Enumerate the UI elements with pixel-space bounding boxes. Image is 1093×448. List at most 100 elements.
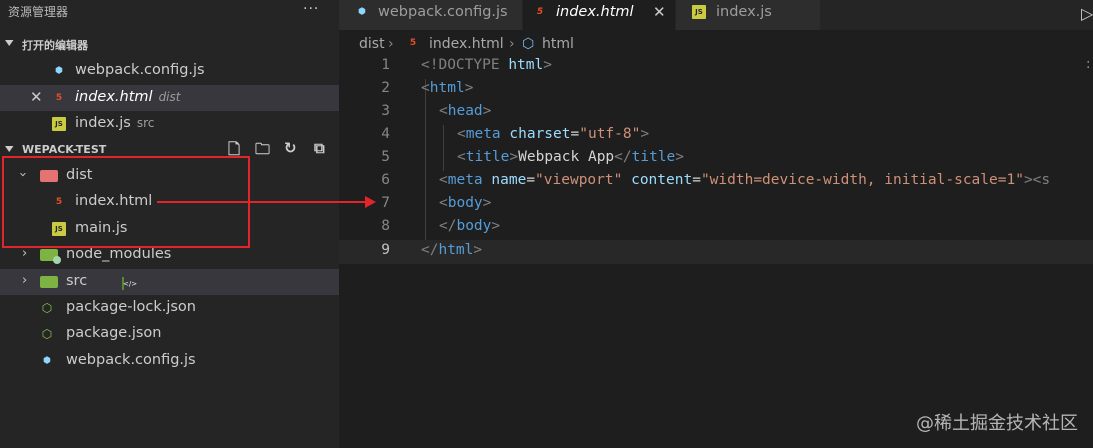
open-editor-label: index.html [75,89,153,105]
code-line: 7 <body> [339,194,1093,217]
more-actions-icon[interactable]: ··· [303,1,319,17]
open-editor-desc: dist [158,90,181,104]
node-folder-icon [40,249,61,264]
html-icon: 5 [409,38,417,48]
node-badge-icon [53,256,61,264]
open-editor-item-webpack-config[interactable]: ⬢ webpack.config.js [0,58,339,84]
webpack-icon: ⬢ [43,356,51,366]
tree-file-package-lock[interactable]: ⬡ package-lock.json [0,295,339,321]
chevron-right-icon: › [509,36,515,52]
chevron-right-icon: › [22,273,28,288]
line-number: 6 [381,172,390,188]
open-editor-desc: src [136,116,155,130]
tab-label: webpack.config.js [378,4,508,20]
open-editor-item-index-js[interactable]: JS index.js src [0,111,339,137]
token: body [447,195,483,211]
token: charset [509,126,571,142]
token: < [439,195,448,211]
nodejs-icon: ⬡ [41,301,53,315]
chevron-down-icon: ▼ [5,143,14,154]
code-text: </body> [439,218,500,234]
tree-item-label: webpack.config.js [66,352,196,368]
tree-item-label: package-lock.json [66,299,196,315]
token: < [457,126,466,142]
breadcrumb-symbol[interactable]: html [542,36,574,52]
js-icon: JS [692,5,706,19]
token: html [438,242,474,258]
code-text: </html> [421,242,482,258]
token: > [543,57,552,73]
token: body [456,218,492,234]
chevron-down-icon: ▼ [5,37,14,48]
breadcrumb-folder[interactable]: dist [359,36,385,52]
webpack-icon: ⬢ [358,7,366,17]
tree-item-label: src [66,273,88,289]
annotation-arrow-head [365,196,376,208]
tree-folder-src[interactable]: › </> src [0,269,339,295]
token: < [421,80,430,96]
token: = [692,172,701,188]
token: < [457,149,466,165]
project-label: WEPACK-TEST [22,143,107,156]
annotation-arrow-line [157,201,367,203]
token: > [473,242,483,258]
open-editor-item-index-html[interactable]: ✕ 5 index.html dist [0,85,339,111]
line-number: 8 [381,218,390,234]
tab-index-js[interactable]: JS index.js [676,0,820,30]
tree-file-webpack-config[interactable]: ⬢ webpack.config.js [0,348,339,374]
token: title [465,149,510,165]
close-tab-icon[interactable]: ✕ [653,3,666,21]
html-icon: 5 [536,7,544,17]
code-line: 1 <!DOCTYPE html> [339,56,1093,79]
tab-index-html[interactable]: 5 index.html ✕ [523,0,675,30]
refresh-icon[interactable]: ↻ [284,139,297,157]
token: </ [421,242,439,258]
token: < [439,172,448,188]
token: meta [465,126,501,142]
open-editors-header[interactable]: ▼ 打开的编辑器 [0,33,339,55]
open-editors-label: 打开的编辑器 [22,39,88,52]
code-line: 5 <title>Webpack App</title> [339,148,1093,171]
code-editor[interactable]: 1 <!DOCTYPE html> 2 <html> 3 <head> 4 <m… [339,56,1093,448]
tree-file-package-json[interactable]: ⬡ package.json [0,321,339,347]
token: html [508,57,544,73]
token: "width=device-width, initial-scale=1" [700,172,1024,188]
token: > [640,126,650,142]
symbol-icon: ⬡ [522,36,535,52]
html-icon: 5 [55,93,63,103]
line-number: 9 [381,242,390,258]
nodejs-icon: ⬡ [41,327,53,341]
tab-webpack-config[interactable]: ⬢ webpack.config.js [339,0,522,30]
new-folder-icon[interactable]: 🗀 [255,139,270,164]
token: > [675,149,685,165]
close-icon[interactable]: ✕ [30,88,43,106]
token: <!DOCTYPE [421,57,500,73]
token: > [491,218,501,234]
token: ><s [1023,172,1051,188]
line-number: 3 [381,103,390,119]
open-editor-label: index.js [75,115,131,131]
breadcrumb-file[interactable]: index.html [429,36,504,52]
run-icon[interactable]: ▷ [1081,4,1093,23]
code-text: <meta name="viewport" content="width=dev… [439,172,1050,188]
collapse-all-icon[interactable]: ⧉ [314,139,325,157]
code-text: <head> [439,103,491,119]
explorer-header: 资源管理器 ··· [0,0,339,22]
open-editor-label: webpack.config.js [75,62,205,78]
token: > [509,149,519,165]
code-text: <html> [421,80,473,96]
line-number: 2 [381,80,390,96]
line-number: 1 [381,57,390,73]
code-text: <body> [439,195,491,211]
code-line: 6 <meta name="viewport" content="width=d… [339,171,1093,194]
open-editor-label-wrap: index.js src [75,115,154,131]
token: </ [439,218,457,234]
watermark: @稀土掘金技术社区 [916,413,1078,434]
code-line: 4 <meta charset="utf-8"> [339,125,1093,148]
token: html [429,80,465,96]
token: "viewport" [535,172,623,188]
token: "utf-8" [579,126,641,142]
code-text: <!DOCTYPE html> [421,57,552,73]
token: head [447,103,483,119]
line-number: 4 [381,126,390,142]
